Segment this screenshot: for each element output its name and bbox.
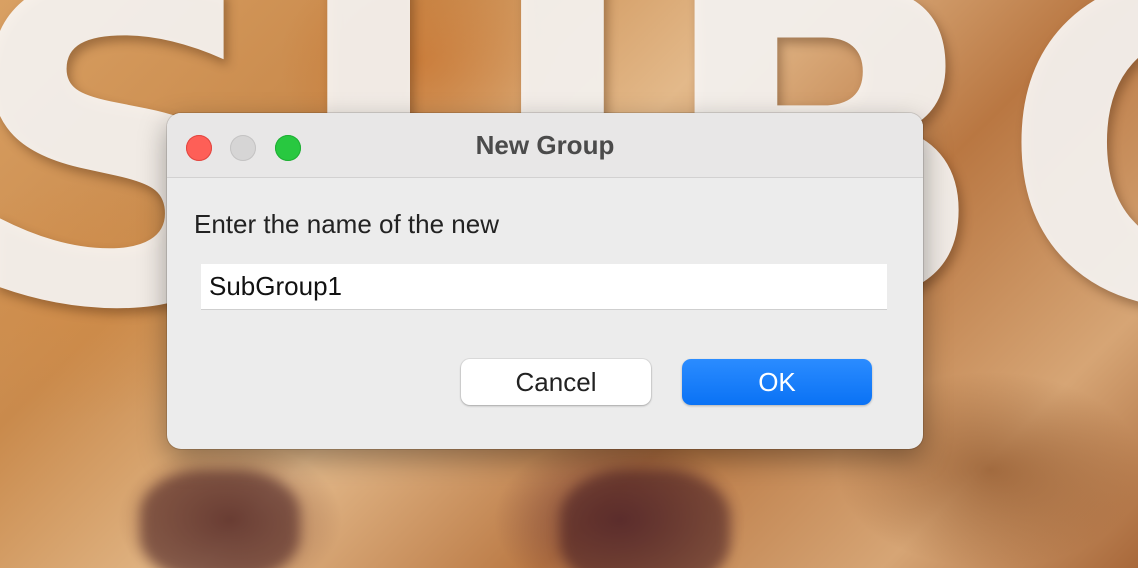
dialog-prompt: Enter the name of the new xyxy=(194,209,499,239)
wallpaper-shape xyxy=(140,470,300,568)
ok-button[interactable]: OK xyxy=(682,359,872,405)
cancel-button[interactable]: Cancel xyxy=(461,359,651,405)
wallpaper-shape xyxy=(560,470,730,568)
dialog-title: New Group xyxy=(475,130,615,160)
group-name-input[interactable] xyxy=(201,264,887,310)
desktop-background: SUBCONTR New Group Enter the name of the… xyxy=(0,0,1138,568)
dialog-titlebar: New Group xyxy=(167,113,923,178)
new-group-dialog: New Group Enter the name of the new Canc… xyxy=(167,113,923,449)
